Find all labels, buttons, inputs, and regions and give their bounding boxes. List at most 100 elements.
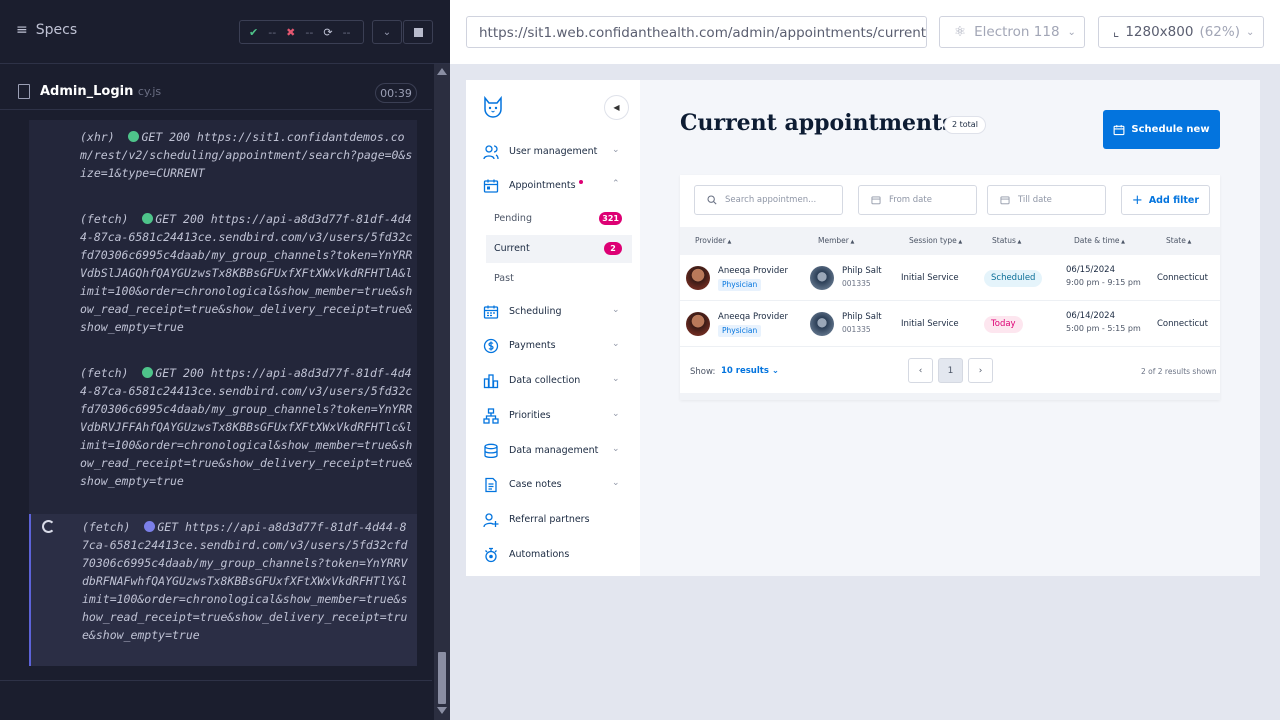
session-type: Initial Service [901, 319, 959, 329]
calendar-grid-icon [483, 305, 499, 319]
database-icon [484, 443, 498, 459]
stop-icon [413, 27, 423, 37]
sub-nav-pending[interactable]: Pending 321 [486, 205, 632, 233]
users-icon [483, 145, 499, 160]
appointment-time: 9:00 pm - 9:15 pm [1066, 278, 1141, 287]
nav-referral-partners[interactable]: Referral partners [466, 506, 640, 534]
spec-file-row[interactable]: Admin_Login cy.js 00:39 [0, 74, 432, 110]
add-filter-button[interactable]: + Add filter [1121, 185, 1210, 215]
chevron-down-icon: ⌄ [771, 366, 779, 376]
log-method: GET 200 [141, 130, 190, 144]
specs-header: ≡ Specs ✔ -- ✖ -- ⟳ -- ⌄ [0, 0, 450, 64]
status-badge: Today [984, 316, 1023, 333]
status-dot-icon [142, 367, 154, 378]
nav-priorities[interactable]: Priorities ⌄ [466, 402, 640, 430]
url-bar[interactable]: https://sit1.web.confidanthealth.com/adm… [466, 16, 927, 48]
member-avatar [810, 312, 834, 336]
stop-button[interactable] [403, 20, 433, 44]
spec-file-name: Admin_Login cy.js [40, 84, 161, 99]
calendar-icon [1000, 196, 1010, 205]
provider-role-tag: Physician [718, 279, 762, 291]
search-input[interactable]: Search appointmen... [694, 185, 843, 215]
provider-avatar [686, 312, 710, 336]
provider-name: Aneeqa Provider [718, 312, 788, 322]
count-badge: 321 [599, 212, 622, 225]
command-log: (xhr) GET 200 https://sit1.confidantdemo… [29, 120, 417, 666]
table-row[interactable]: Aneeqa Provider Physician Philp Salt 001… [680, 255, 1220, 301]
scroll-up-icon[interactable] [437, 68, 447, 75]
nav-label: Payments [509, 340, 556, 351]
spec-ext: cy.js [137, 85, 162, 98]
sub-nav-past[interactable]: Past [486, 265, 632, 293]
nav-data-management[interactable]: Data management ⌄ [466, 437, 640, 465]
chevron-down-icon: ⌄ [1246, 26, 1255, 38]
cat-logo-icon [484, 95, 502, 118]
log-entry[interactable]: (fetch) GET 200 https://api-a8d3d77f-81d… [29, 364, 417, 490]
viewport-size: 1280x800 [1125, 24, 1194, 40]
log-type: (xhr) [80, 130, 115, 144]
provider-role-tag: Physician [718, 325, 762, 337]
specs-toggle[interactable]: ≡ Specs [16, 22, 77, 38]
automation-icon [485, 547, 497, 563]
calendar-icon [871, 196, 881, 205]
dollar-icon [483, 338, 499, 354]
status-dot-icon [144, 521, 156, 532]
pending-count: -- [342, 25, 351, 39]
chevron-down-icon[interactable]: ⌄ [372, 20, 402, 44]
horizontal-scrollbar[interactable] [680, 393, 1220, 400]
sub-nav-current[interactable]: Current 2 [486, 235, 632, 263]
column-header-status[interactable]: Status [992, 236, 1021, 245]
calendar-icon [1113, 124, 1125, 135]
nav-payments[interactable]: Payments ⌄ [466, 332, 640, 360]
log-entry[interactable]: (fetch) GET 200 https://api-a8d3d77f-81d… [29, 210, 417, 336]
nav-label: Case notes [509, 479, 562, 490]
nav-label: Referral partners [509, 514, 590, 525]
log-scrollbar[interactable] [434, 64, 450, 720]
check-icon: ✔ [249, 25, 259, 39]
nav-appointments[interactable]: Appointments ⌃ [466, 172, 640, 200]
column-header-member[interactable]: Member [818, 236, 854, 245]
notification-dot [578, 180, 583, 184]
log-type: (fetch) [80, 366, 129, 380]
search-placeholder: Search appointmen... [725, 195, 817, 205]
appointment-date: 06/15/2024 [1066, 265, 1115, 275]
column-header-session-type[interactable]: Session type [909, 236, 962, 245]
log-type: (fetch) [80, 212, 129, 226]
page-size-select[interactable]: 10 results ⌄ [721, 366, 779, 376]
member-avatar [810, 266, 834, 290]
nav-automations[interactable]: Automations [466, 541, 640, 569]
column-header-date-time[interactable]: Date & time [1074, 236, 1125, 245]
scroll-thumb[interactable] [438, 652, 446, 704]
log-entry-pending[interactable]: (fetch) GET https://api-a8d3d77f-81df-4d… [29, 514, 417, 666]
table-header: Provider Member Session type Status Date… [680, 227, 1220, 255]
collapse-sidebar-button[interactable]: ◀ [604, 95, 629, 120]
column-header-provider[interactable]: Provider [695, 236, 731, 245]
nav-scheduling[interactable]: Scheduling ⌄ [466, 298, 640, 326]
schedule-new-button[interactable]: Schedule new [1103, 110, 1220, 149]
browser-selector[interactable]: ⚛ Electron 118 ⌄ [939, 16, 1085, 48]
member-name: Philp Salt [842, 266, 882, 276]
chevron-down-icon: ⌄ [612, 339, 620, 349]
cross-icon: ✖ [286, 25, 296, 39]
from-date-input[interactable]: From date [858, 185, 977, 215]
member-id: 001335 [842, 279, 871, 288]
viewport-selector[interactable]: ⌞ 1280x800 (62%) ⌄ [1098, 16, 1264, 48]
table-row[interactable]: Aneeqa Provider Physician Philp Salt 001… [680, 301, 1220, 347]
previous-page-button[interactable]: ‹ [908, 358, 933, 383]
document-icon [18, 84, 30, 99]
nav-case-notes[interactable]: Case notes ⌄ [466, 471, 640, 499]
scroll-down-icon[interactable] [437, 707, 447, 714]
nav-data-collection[interactable]: Data collection ⌄ [466, 367, 640, 395]
member-name: Philp Salt [842, 312, 882, 322]
next-page-button[interactable]: › [968, 358, 993, 383]
nav-label: Scheduling [509, 306, 562, 317]
column-header-state[interactable]: State [1166, 236, 1191, 245]
document-icon [485, 477, 497, 493]
nav-user-management[interactable]: User management ⌄ [466, 138, 640, 166]
log-entry[interactable]: (xhr) GET 200 https://sit1.confidantdemo… [29, 128, 417, 182]
electron-icon: ⚛ [954, 24, 967, 40]
till-date-input[interactable]: Till date [987, 185, 1106, 215]
log-type: (fetch) [82, 520, 131, 534]
member-id: 001335 [842, 325, 871, 334]
page-number-button[interactable]: 1 [938, 358, 963, 383]
